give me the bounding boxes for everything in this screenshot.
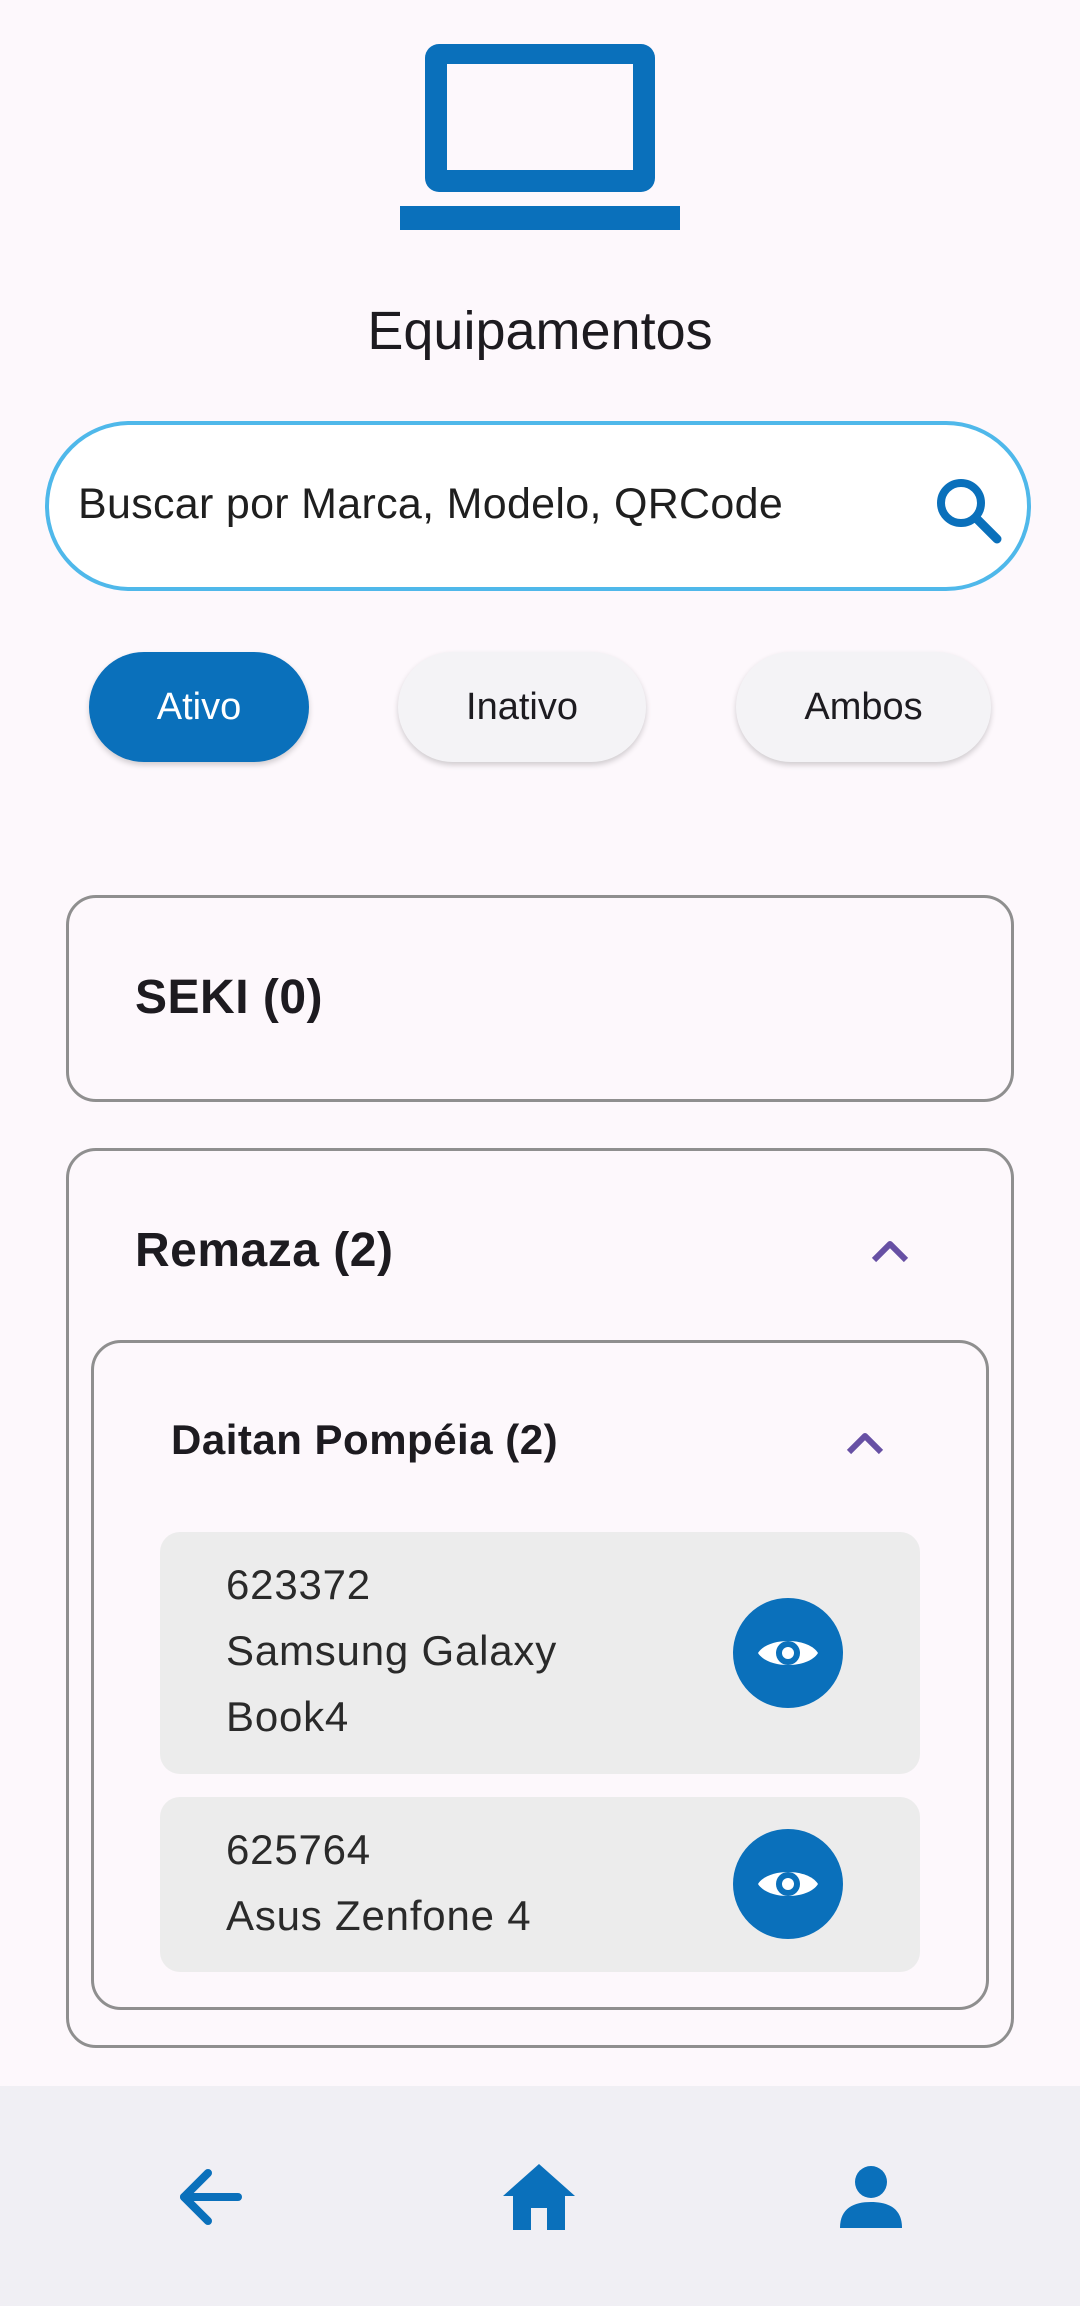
filter-chip-ativo[interactable]: Ativo: [89, 652, 309, 762]
filter-chip-inativo[interactable]: Inativo: [398, 652, 646, 762]
view-button[interactable]: [733, 1598, 843, 1708]
search-icon[interactable]: [933, 475, 1003, 545]
subgroup-title[interactable]: Daitan Pompéia (2): [171, 1416, 558, 1464]
back-button[interactable]: [164, 2152, 254, 2242]
eye-icon: [758, 1872, 818, 1896]
item-label: 623372 Samsung Galaxy Book4: [226, 1561, 558, 1740]
search-input[interactable]: Buscar por Marca, Modelo, QRCode: [78, 480, 783, 529]
person-icon: [840, 2166, 902, 2228]
item-label: 625764 Asus Zenfone 4: [226, 1826, 532, 1939]
home-button[interactable]: [494, 2152, 584, 2242]
chevron-up-icon[interactable]: [843, 1428, 887, 1458]
profile-button[interactable]: [826, 2152, 916, 2242]
back-arrow-icon: [180, 2169, 242, 2225]
eye-icon: [758, 1641, 818, 1665]
page-title: Equipamentos: [367, 301, 713, 361]
home-icon: [503, 2164, 575, 2230]
view-button[interactable]: [733, 1829, 843, 1939]
group-title: SEKI (0): [135, 971, 324, 1024]
group-title[interactable]: Remaza (2): [135, 1223, 393, 1278]
filter-chip-ambos[interactable]: Ambos: [736, 652, 991, 762]
laptop-icon: [400, 44, 680, 230]
chevron-up-icon[interactable]: [868, 1236, 912, 1266]
